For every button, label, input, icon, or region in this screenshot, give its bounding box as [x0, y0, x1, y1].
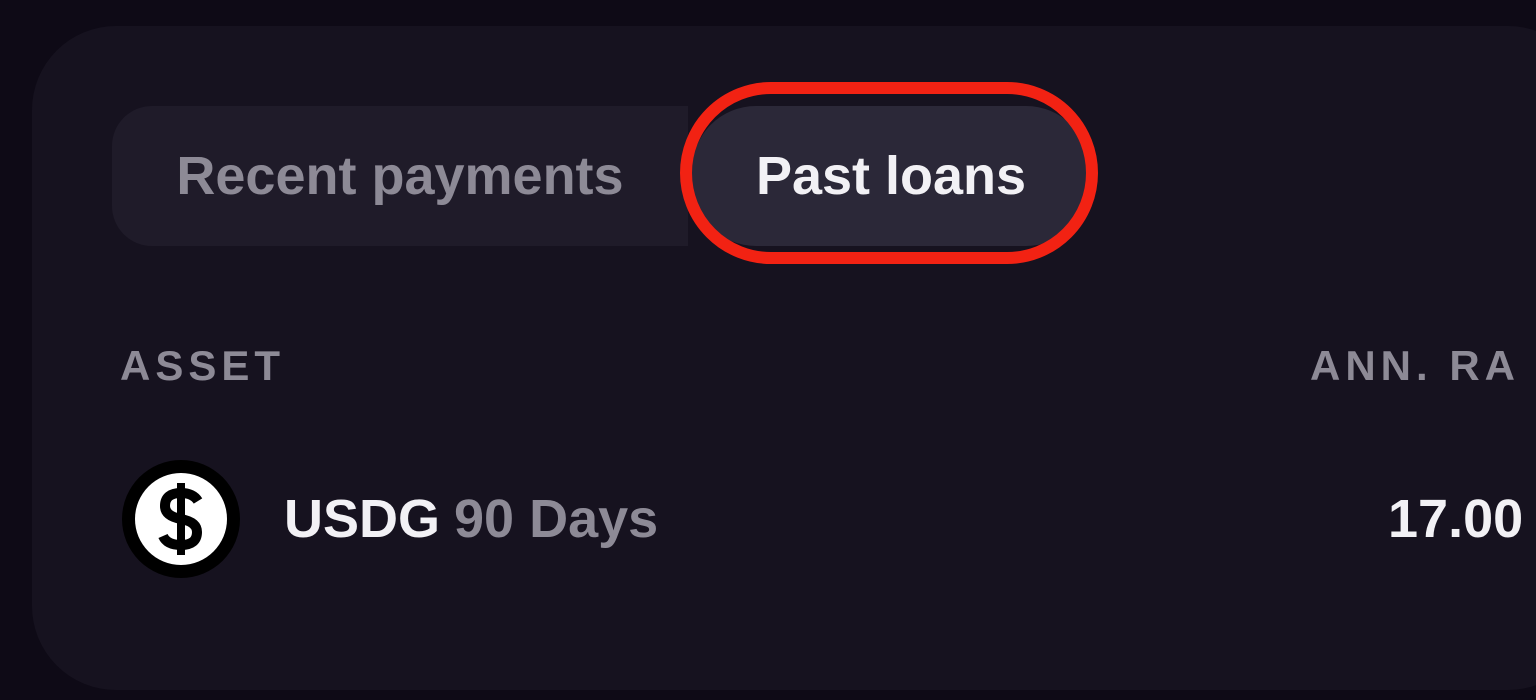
table-row[interactable]: USDG 90 Days: [122, 460, 658, 578]
asset-cell: USDG 90 Days: [284, 488, 658, 550]
column-header-ann-rate: ANN. RA: [1310, 342, 1520, 389]
tab-recent-payments-label: Recent payments: [176, 146, 624, 206]
tab-recent-payments[interactable]: Recent payments: [112, 106, 688, 246]
tab-past-loans-label: Past loans: [755, 146, 1027, 206]
column-header-asset: ASSET: [120, 342, 286, 389]
tab-past-loans[interactable]: Past loans: [692, 106, 1090, 246]
dollar-coin-icon: [122, 460, 240, 578]
ann-rate-value: 17.00: [1388, 489, 1524, 549]
loan-tabs: Recent payments Past loans: [112, 106, 1090, 246]
asset-name: USDG: [284, 489, 441, 549]
asset-term: 90 Days: [454, 489, 659, 549]
